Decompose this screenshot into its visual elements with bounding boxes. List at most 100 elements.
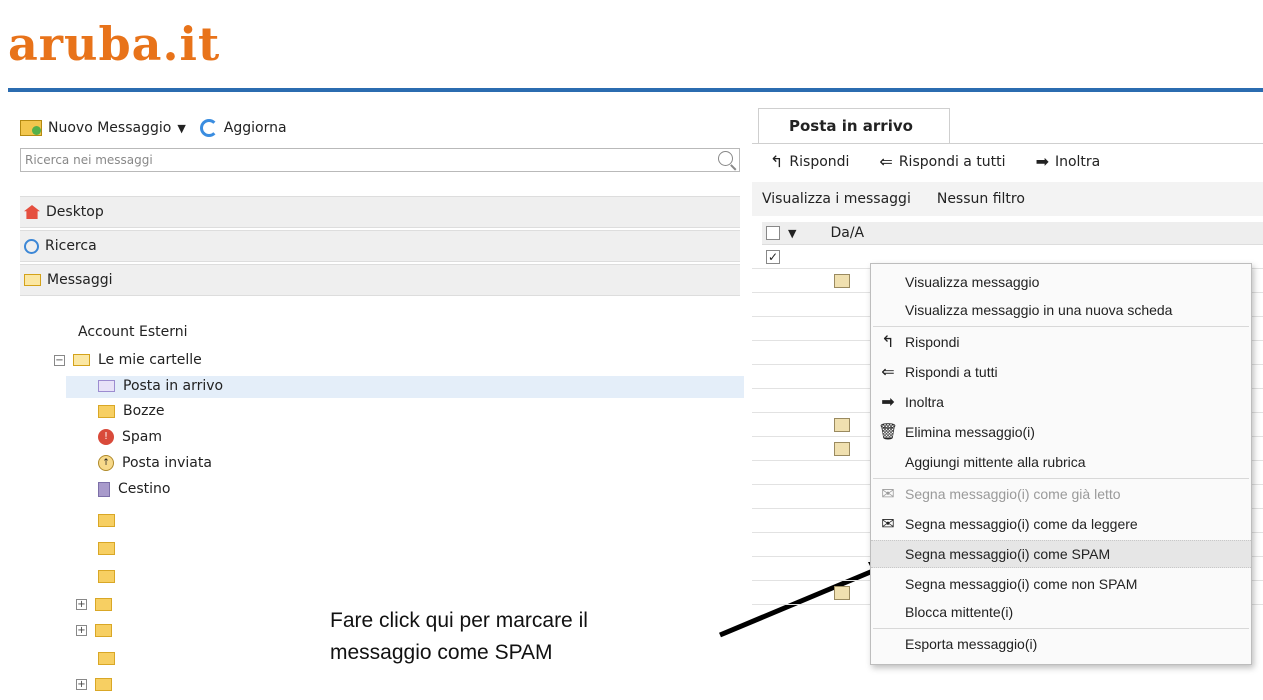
left-toolbar: Nuovo Messaggio ▼ Aggiorna	[20, 116, 287, 140]
menu-forward[interactable]: ➡ Inoltra	[871, 388, 1251, 416]
reply-all-icon: ⇐	[879, 152, 893, 171]
folder-drafts[interactable]: Bozze	[98, 403, 164, 419]
folder-sent[interactable]: ↑ Posta inviata	[98, 455, 212, 471]
menu-block-sender[interactable]: Blocca mittente(i)	[871, 598, 1251, 626]
message-toolbar: ↰ Rispondi ⇐ Rispondi a tutti ➡ Inoltra	[770, 152, 1100, 171]
reply-label: Rispondi	[789, 153, 850, 170]
envelope-open-icon: ✉	[881, 486, 895, 503]
folder-label: Cestino	[118, 481, 171, 497]
menu-view-message[interactable]: Visualizza messaggio	[871, 268, 1251, 296]
external-accounts-label[interactable]: Account Esterni	[78, 324, 188, 340]
reply-icon: ↰	[881, 334, 895, 351]
nav-search-label: Ricerca	[45, 238, 97, 254]
folder-icon	[95, 678, 112, 691]
view-messages-label[interactable]: Visualizza i messaggi	[762, 191, 911, 207]
tree-root-label: Le mie cartelle	[98, 352, 202, 368]
expand-icon[interactable]: +	[76, 625, 87, 636]
reply-button[interactable]: ↰ Rispondi	[770, 152, 849, 171]
search-input[interactable]: Ricerca nei messaggi	[20, 148, 740, 172]
annotation-line-1: Fare click qui per marcare il	[330, 609, 588, 632]
folder-item[interactable]: +	[76, 678, 112, 691]
message-checkbox[interactable]: ✓	[766, 250, 780, 264]
folder-item[interactable]	[98, 570, 115, 583]
folder-item[interactable]: +	[76, 598, 112, 611]
reply-all-button[interactable]: ⇐ Rispondi a tutti	[879, 152, 1005, 171]
refresh-label: Aggiorna	[223, 120, 287, 136]
folder-icon	[98, 514, 115, 527]
new-message-button[interactable]: Nuovo Messaggio ▼	[20, 120, 186, 136]
menu-view-message-new-tab[interactable]: Visualizza messaggio in una nuova scheda	[871, 296, 1251, 324]
context-menu: Visualizza messaggio Visualizza messaggi…	[870, 263, 1252, 665]
annotation-line-2: messaggio come SPAM	[330, 641, 553, 664]
nav-desktop-label: Desktop	[46, 204, 104, 220]
forward-label: Inoltra	[1054, 153, 1101, 170]
attachment-mail-icon	[834, 442, 850, 456]
home-icon	[24, 205, 40, 219]
folder-item[interactable]	[98, 652, 115, 665]
menu-mark-spam[interactable]: Segna messaggio(i) come SPAM	[871, 540, 1251, 568]
expand-icon[interactable]: +	[76, 679, 87, 690]
filter-dropdown[interactable]: Nessun filtro	[937, 191, 1025, 207]
menu-reply[interactable]: ↰ Rispondi	[871, 328, 1251, 356]
menu-separator	[873, 478, 1249, 479]
trash-icon	[98, 481, 110, 497]
folder-label: Posta inviata	[122, 455, 212, 471]
folder-label: Spam	[122, 429, 162, 445]
mail-icon	[24, 274, 41, 286]
nav-search[interactable]: Ricerca	[20, 230, 740, 262]
folder-item[interactable]	[98, 542, 115, 555]
inbox-icon	[98, 380, 115, 392]
menu-separator	[873, 326, 1249, 327]
nav-desktop[interactable]: Desktop	[20, 196, 740, 228]
envelope-icon: ✉	[881, 516, 895, 533]
expand-icon[interactable]: +	[76, 599, 87, 610]
chevron-down-icon[interactable]: ▼	[177, 122, 185, 135]
nav-messages-label: Messaggi	[47, 272, 113, 288]
menu-mark-unread[interactable]: ✉ Segna messaggio(i) come da leggere	[871, 510, 1251, 538]
forward-button[interactable]: ➡ Inoltra	[1036, 152, 1101, 171]
refresh-button[interactable]: Aggiorna	[199, 119, 287, 137]
folder-icon	[98, 570, 115, 583]
folder-trash[interactable]: Cestino	[98, 481, 171, 497]
select-menu-chevron-down-icon[interactable]: ▼	[788, 227, 796, 240]
menu-add-sender[interactable]: Aggiungi mittente alla rubrica	[871, 448, 1251, 476]
menu-separator	[873, 628, 1249, 629]
menu-delete[interactable]: 🗑 Elimina messaggio(i)	[871, 418, 1251, 446]
folder-icon	[95, 598, 112, 611]
folder-inbox[interactable]: Posta in arrivo	[98, 378, 223, 394]
tree-root[interactable]: − Le mie cartelle	[54, 352, 202, 368]
new-message-icon	[20, 120, 42, 136]
search-icon[interactable]	[718, 151, 733, 166]
refresh-icon	[199, 119, 218, 137]
reply-all-label: Rispondi a tutti	[898, 153, 1006, 170]
attachment-mail-icon	[834, 418, 850, 432]
new-message-label: Nuovo Messaggio	[48, 120, 172, 136]
folder-item[interactable]	[98, 514, 115, 527]
mail-icon	[73, 354, 90, 366]
menu-mark-not-spam[interactable]: Segna messaggio(i) come non SPAM	[871, 570, 1251, 598]
select-all-checkbox[interactable]	[766, 226, 780, 240]
folder-icon	[98, 542, 115, 555]
folder-label: Posta in arrivo	[123, 378, 224, 394]
tab-inbox[interactable]: Posta in arrivo	[758, 108, 950, 144]
menu-reply-all[interactable]: ⇐ Rispondi a tutti	[871, 358, 1251, 386]
nav-messages[interactable]: Messaggi	[20, 264, 740, 296]
filter-bar: Visualizza i messaggi Nessun filtro	[752, 182, 1263, 216]
spam-icon: !	[98, 429, 114, 445]
annotation-text: Fare click qui per marcare il messaggio …	[330, 605, 588, 669]
forward-icon: ➡	[881, 394, 895, 411]
forward-icon: ➡	[1035, 152, 1049, 171]
folder-spam[interactable]: ! Spam	[98, 429, 162, 445]
tab-divider	[752, 143, 1263, 144]
attachment-mail-icon	[834, 586, 850, 600]
message-list-header: ▼ Da/A	[762, 222, 1263, 245]
collapse-icon[interactable]: −	[54, 354, 65, 366]
search-icon	[24, 238, 39, 254]
folder-label: Bozze	[123, 403, 165, 419]
menu-export[interactable]: Esporta messaggio(i)	[871, 630, 1251, 658]
menu-mark-read: ✉ Segna messaggio(i) come già letto	[871, 480, 1251, 508]
search-placeholder: Ricerca nei messaggi	[25, 153, 153, 167]
column-from-to[interactable]: Da/A	[830, 225, 864, 241]
reply-icon: ↰	[770, 152, 784, 171]
folder-item[interactable]: +	[76, 624, 112, 637]
